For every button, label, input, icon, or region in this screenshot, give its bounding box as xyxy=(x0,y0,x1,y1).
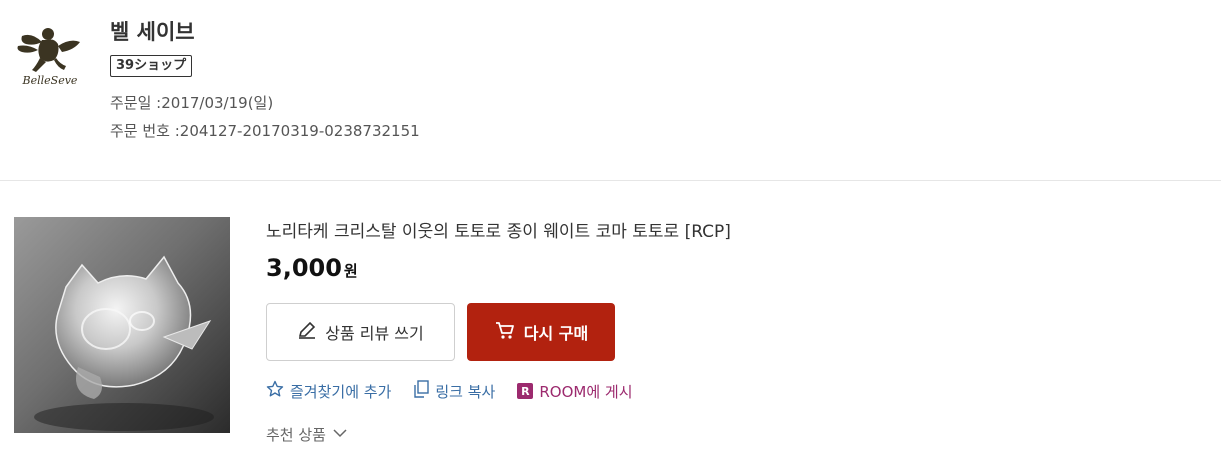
product-image[interactable] xyxy=(14,217,230,433)
shop-logo[interactable]: BelleSeve xyxy=(14,22,86,90)
price-unit: 원 xyxy=(343,262,358,280)
divider xyxy=(0,180,1221,181)
order-date-value: 2017/03/19(일) xyxy=(161,94,274,112)
copy-link-label: 링크 복사 xyxy=(435,382,496,401)
star-icon xyxy=(266,380,284,402)
order-date-label: 주문일 : xyxy=(110,94,162,112)
product-title[interactable]: 노리타케 크리스탈 이웃의 토토로 종이 웨이트 코마 토토로 [RCP] xyxy=(266,217,731,242)
shop-name[interactable]: 벨 세이브 xyxy=(110,16,195,46)
chevron-down-icon xyxy=(332,425,348,445)
price-value: 3,000 xyxy=(266,254,342,282)
post-to-room-link[interactable]: R ROOM에 게시 xyxy=(517,381,633,402)
write-review-button[interactable]: 상품 리뷰 쓰기 xyxy=(266,303,455,361)
shop-header: BelleSeve 벨 세이브 39ショップ 주문일 :2017/03/19(일… xyxy=(0,0,1221,180)
copy-link[interactable]: 링크 복사 xyxy=(413,380,495,402)
cart-icon xyxy=(494,319,516,345)
add-favorite-label: 즐겨찾기에 추가 xyxy=(290,382,392,401)
write-review-label: 상품 리뷰 쓰기 xyxy=(325,324,424,343)
room-icon: R xyxy=(517,383,534,399)
order-date: 주문일 :2017/03/19(일) xyxy=(110,92,273,113)
rebuy-label: 다시 구매 xyxy=(523,324,589,343)
shop-logo-text: BelleSeve xyxy=(22,74,78,87)
recommended-products-label: 추천 상품 xyxy=(266,426,326,444)
rebuy-button[interactable]: 다시 구매 xyxy=(467,303,615,361)
shop-badge: 39ショップ xyxy=(110,55,193,77)
copy-icon xyxy=(413,380,430,402)
product-links: 즐겨찾기에 추가 링크 복사 R ROOM에 게시 xyxy=(266,380,655,402)
order-number: 주문 번호 :204127-20170319-0238732151 xyxy=(110,120,420,141)
post-to-room-label: ROOM에 게시 xyxy=(539,382,633,401)
product-price: 3,000 원 xyxy=(266,254,358,282)
add-favorite-link[interactable]: 즐겨찾기에 추가 xyxy=(266,380,391,402)
order-number-label: 주문 번호 : xyxy=(110,122,180,140)
order-number-value: 204127-20170319-0238732151 xyxy=(179,122,420,140)
recommended-products-toggle[interactable]: 추천 상품 xyxy=(266,424,348,445)
pencil-icon xyxy=(297,320,317,344)
